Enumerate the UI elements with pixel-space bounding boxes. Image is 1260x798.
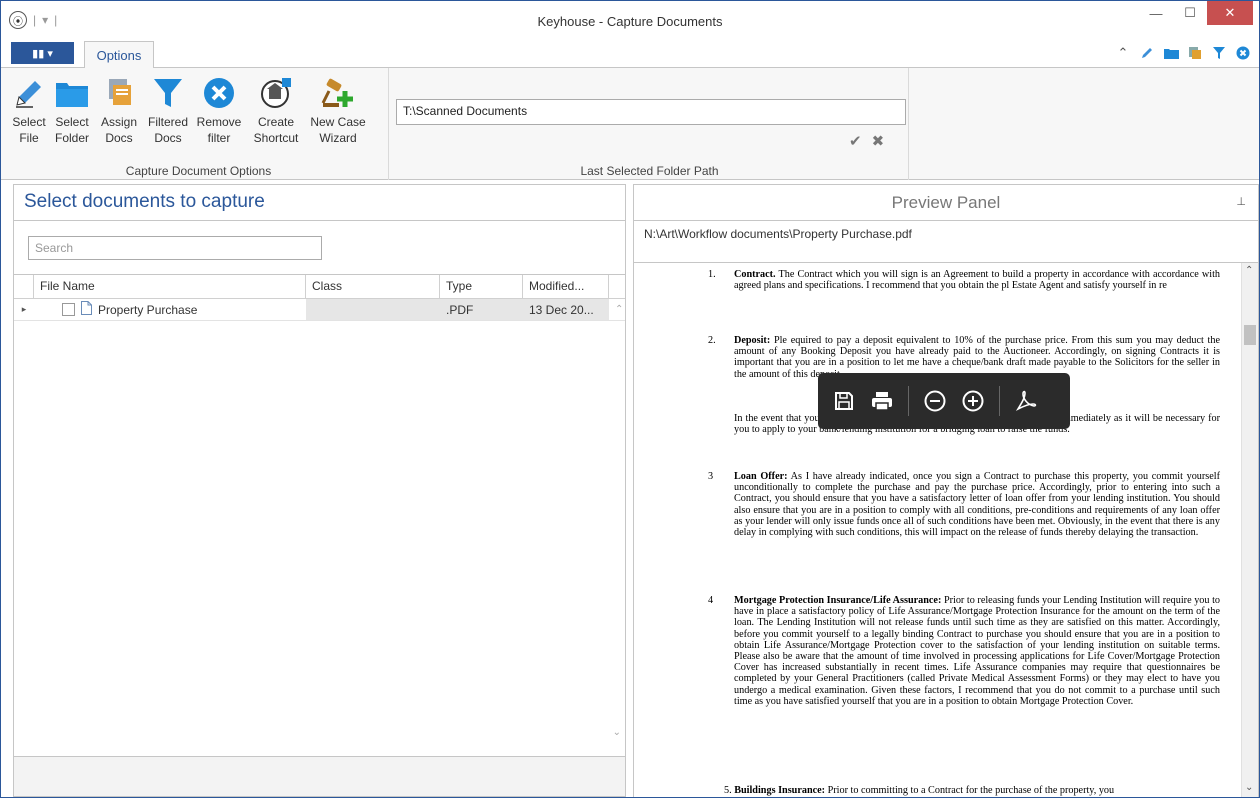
pencil-icon[interactable]	[1139, 45, 1155, 61]
folder-icon	[54, 74, 90, 112]
documents-grid: File Name Class Type Modified... ▸ Prope…	[14, 274, 625, 774]
zoom-in-icon[interactable]	[961, 389, 985, 413]
create-shortcut-button[interactable]: Create Shortcut	[245, 74, 307, 146]
file-menu-button[interactable]: ▮▮ ▾	[11, 42, 74, 64]
row-expand-icon[interactable]: ▸	[14, 299, 34, 320]
maximize-button[interactable]: ☐	[1173, 1, 1207, 25]
ribbon: Select File Select Folder Assign Docs Fi…	[1, 67, 1259, 180]
group-label: Capture Document Options	[125, 164, 272, 178]
assign-docs-icon[interactable]	[1187, 45, 1203, 61]
preview-panel: Preview Panel ⊥ N:\Art\Workflow document…	[633, 184, 1259, 797]
last-selected-folder-group: T:\Scanned Documents ✔ ✖ Last Selected F…	[391, 68, 909, 180]
scroll-down-icon[interactable]: ⌄	[1245, 782, 1253, 793]
file-name-cell: Property Purchase	[34, 299, 306, 320]
preview-scrollbar[interactable]: ⌃ ⌄	[1241, 263, 1258, 797]
minimize-button[interactable]: —	[1139, 1, 1173, 25]
scroll-header	[609, 275, 625, 298]
column-header-type[interactable]: Type	[440, 275, 523, 298]
title-bar: ⦿ | ▾ | Keyhouse - Capture Documents — ☐…	[1, 1, 1259, 41]
remove-filter-button[interactable]: Remove filter	[193, 74, 245, 146]
select-folder-button[interactable]: Select Folder	[49, 74, 95, 146]
toolbar-separator	[999, 386, 1000, 416]
panel-footer	[14, 756, 625, 796]
paragraph-buildings-insurance: 5. Buildings Insurance: Prior to committ…	[724, 785, 1115, 796]
save-icon[interactable]	[832, 389, 856, 413]
confirm-icon[interactable]: ✔	[849, 132, 862, 150]
wizard-icon	[320, 74, 356, 112]
pdf-document-view[interactable]: 1. Contract. The Contract which you will…	[634, 263, 1242, 797]
acrobat-icon[interactable]	[1014, 389, 1038, 413]
folder-icon[interactable]	[1163, 45, 1179, 61]
select-file-button[interactable]: Select File	[9, 74, 49, 146]
scroll-up-icon[interactable]: ⌃	[609, 299, 625, 320]
filtered-docs-button[interactable]: Filtered Docs	[143, 74, 193, 146]
cancel-icon[interactable]: ✖	[872, 132, 885, 150]
column-header-class[interactable]: Class	[306, 275, 440, 298]
assign-docs-icon	[101, 74, 137, 112]
collapse-ribbon-icon[interactable]: ⌃	[1115, 45, 1131, 61]
modified-cell: 13 Dec 20...	[523, 299, 609, 320]
scroll-up-icon[interactable]: ⌃	[1245, 265, 1253, 276]
paragraph-loan-offer: 3 Loan Offer: As I have already indicate…	[708, 471, 1221, 539]
remove-filter-icon[interactable]	[1235, 45, 1251, 61]
documents-panel: Select documents to capture Search File …	[13, 184, 626, 797]
folder-path-field[interactable]: T:\Scanned Documents	[396, 99, 906, 125]
column-header-file-name[interactable]: File Name	[34, 275, 306, 298]
ribbon-quick-icons: ⌃	[1115, 45, 1251, 61]
column-header-modified[interactable]: Modified...	[523, 275, 609, 298]
panel-title: Select documents to capture	[14, 185, 625, 221]
ribbon-buttons: Select File Select Folder Assign Docs Fi…	[9, 74, 369, 146]
window-title: Keyhouse - Capture Documents	[537, 14, 723, 29]
capture-document-options-group: Select File Select Folder Assign Docs Fi…	[9, 68, 389, 180]
shortcut-icon	[258, 74, 294, 112]
paragraph-contract: 1. Contract. The Contract which you will…	[708, 269, 1220, 292]
class-cell[interactable]	[306, 299, 440, 320]
pencil-icon	[11, 74, 47, 112]
assign-docs-button[interactable]: Assign Docs	[95, 74, 143, 146]
row-indicator-header	[14, 275, 34, 298]
scrollbar-thumb[interactable]	[1244, 325, 1256, 345]
scroll-down-icon[interactable]: ⌄	[613, 727, 621, 738]
zoom-out-icon[interactable]	[923, 389, 947, 413]
print-icon[interactable]	[870, 389, 894, 413]
application-window: ⦿ | ▾ | Keyhouse - Capture Documents — ☐…	[0, 0, 1260, 798]
grid-header: File Name Class Type Modified...	[14, 275, 625, 299]
pdf-floating-toolbar	[818, 373, 1070, 429]
ribbon-tab-row: ▮▮ ▾ Options ⌃	[1, 41, 1259, 68]
remove-filter-icon	[201, 74, 237, 112]
close-button[interactable]: ✕	[1207, 1, 1253, 25]
pin-icon[interactable]: ⊥	[1236, 195, 1246, 208]
toolbar-separator	[908, 386, 909, 416]
paragraph-mortgage-protection: 4 Mortgage Protection Insurance/Life Ass…	[708, 595, 1220, 707]
group-label: Last Selected Folder Path	[580, 164, 719, 178]
path-actions: ✔ ✖	[849, 132, 884, 150]
new-case-wizard-button[interactable]: New Case Wizard	[307, 74, 369, 146]
tab-options[interactable]: Options	[84, 41, 154, 68]
window-controls: — ☐ ✕	[1139, 1, 1253, 25]
table-row[interactable]: ▸ Property Purchase .PDF 13 Dec 20... ⌃	[14, 299, 625, 321]
document-icon	[81, 301, 92, 318]
filter-icon[interactable]	[1211, 45, 1227, 61]
preview-file-path: N:\Art\Workflow documents\Property Purch…	[634, 221, 1258, 263]
type-cell: .PDF	[440, 299, 523, 320]
row-checkbox[interactable]	[62, 303, 75, 316]
search-input[interactable]: Search	[28, 236, 322, 260]
panel-title: Preview Panel ⊥	[634, 185, 1258, 221]
filter-icon	[150, 74, 186, 112]
